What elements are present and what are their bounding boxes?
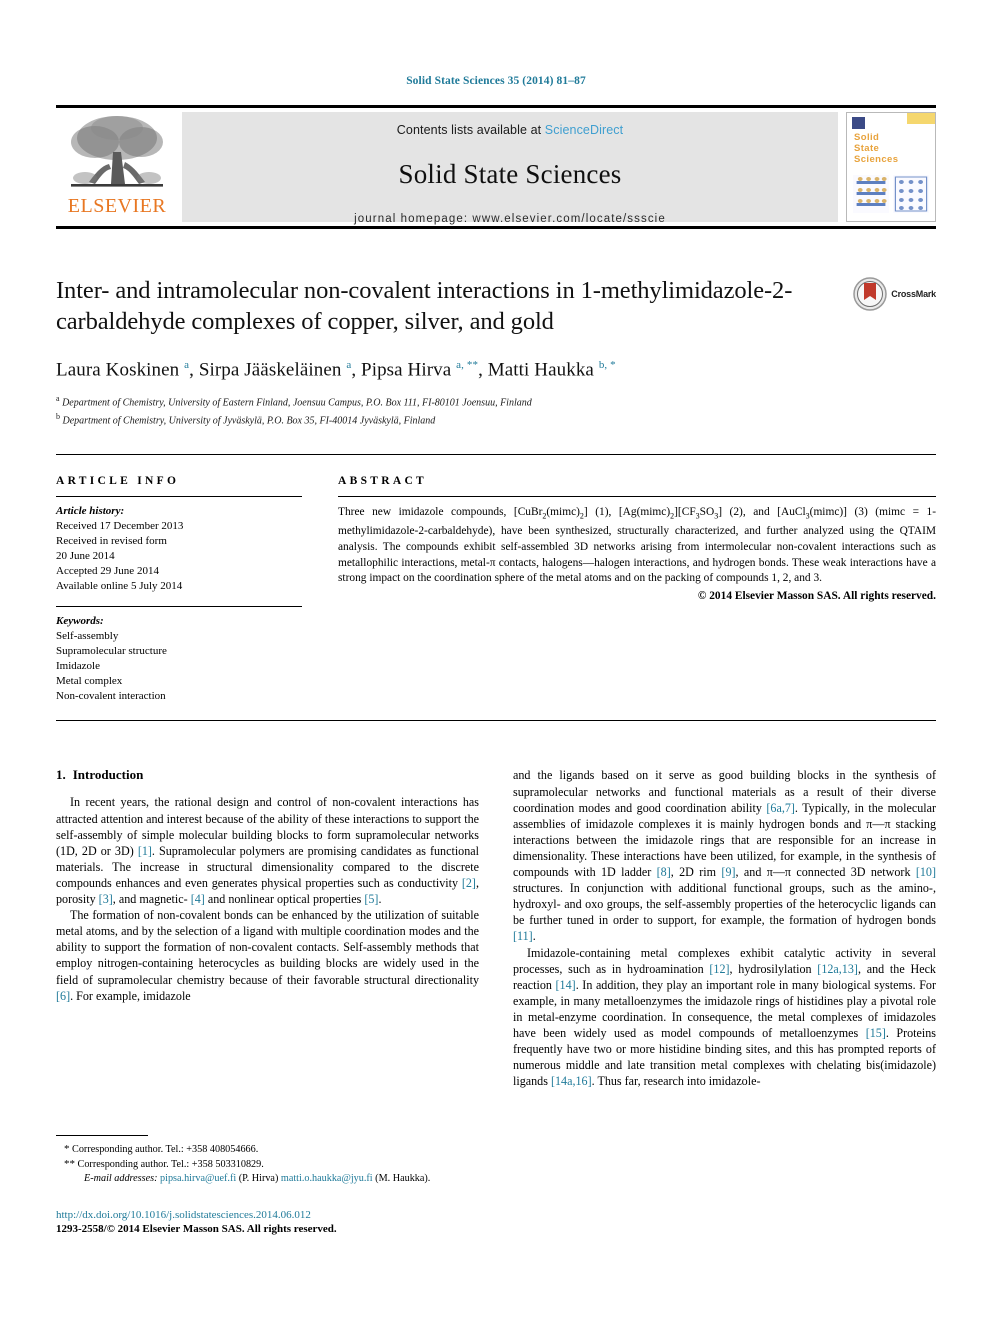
journal-banner: Contents lists available at ScienceDirec… bbox=[182, 111, 838, 225]
affiliation-b-text: Department of Chemistry, University of J… bbox=[62, 415, 436, 427]
email-addresses-label: E-mail addresses: bbox=[84, 1173, 158, 1185]
affiliation-mark-b: b bbox=[56, 412, 60, 422]
section-number: 1. bbox=[56, 767, 66, 783]
corresponding-author-2: ** Corresponding author. Tel.: +358 5033… bbox=[56, 1157, 479, 1172]
abstract-copyright: © 2014 Elsevier Masson SAS. All rights r… bbox=[697, 589, 936, 602]
affiliation-b: b Department of Chemistry, University of… bbox=[56, 410, 936, 428]
corresponding-mark-2: ** bbox=[64, 1158, 75, 1171]
crossmark-label: CrossMark bbox=[891, 288, 936, 299]
article-info-column: ARTICLE INFO Article history: Received 1… bbox=[56, 475, 328, 704]
abstract-column: ABSTRACT Three new imidazole compounds, … bbox=[328, 475, 936, 704]
doi-block: http://dx.doi.org/10.1016/j.solidstatesc… bbox=[56, 1208, 479, 1237]
cover-title-line3: Sciences bbox=[854, 153, 899, 165]
crossmark-badge[interactable]: CrossMark bbox=[853, 276, 936, 311]
corresponding-text-1: Corresponding author. Tel.: +358 4080546… bbox=[72, 1144, 259, 1156]
keyword-2: Imidazole bbox=[56, 660, 100, 673]
issn-copyright-line: 1293-2558/© 2014 Elsevier Masson SAS. Al… bbox=[56, 1223, 337, 1236]
elsevier-logo: ELSEVIER bbox=[56, 108, 178, 226]
title-block: CrossMark Inter- and intramolecular non-… bbox=[56, 275, 936, 429]
contents-available-line: Contents lists available at ScienceDirec… bbox=[397, 123, 623, 137]
email-link-1[interactable]: pipsa.hirva@uef.fi bbox=[160, 1173, 236, 1184]
journal-homepage-link[interactable]: journal homepage: www.elsevier.com/locat… bbox=[354, 213, 666, 225]
section-title-text: Introduction bbox=[72, 767, 144, 783]
elsevier-wordmark: ELSEVIER bbox=[67, 194, 167, 217]
email-owner-1: (P. Hirva) bbox=[238, 1173, 279, 1185]
email-owner-2: (M. Haukka). bbox=[375, 1173, 431, 1185]
history-item-3: Accepted 29 June 2014 bbox=[56, 565, 159, 578]
intro-paragraph-3: and the ligands based on it serve as goo… bbox=[513, 768, 936, 944]
history-item-2: 20 June 2014 bbox=[56, 550, 115, 563]
article-info-heading: ARTICLE INFO bbox=[56, 475, 180, 488]
affiliation-a-text: Department of Chemistry, University of E… bbox=[62, 397, 532, 409]
history-item-1: Received in revised form bbox=[56, 535, 167, 548]
article-history-group: Article history: Received 17 December 20… bbox=[56, 504, 302, 594]
info-top-rule bbox=[56, 454, 936, 456]
cover-crystal-structure-images bbox=[853, 174, 929, 213]
sciencedirect-link[interactable]: ScienceDirect bbox=[545, 123, 623, 137]
affiliation-mark-a: a bbox=[56, 393, 60, 403]
keyword-0: Self-assembly bbox=[56, 630, 119, 643]
email-addresses-line: E-mail addresses: pipsa.hirva@uef.fi (P.… bbox=[56, 1172, 479, 1186]
masthead-bottom-rule bbox=[56, 225, 936, 229]
section-heading-introduction: 1. Introduction bbox=[56, 767, 479, 783]
journal-title: Solid State Sciences bbox=[398, 158, 622, 189]
cover-logo-square bbox=[852, 116, 865, 129]
keyword-3: Metal complex bbox=[56, 675, 123, 688]
history-item-0: Received 17 December 2013 bbox=[56, 520, 184, 533]
journal-cover-thumbnail: Solid State Sciences bbox=[846, 111, 936, 222]
corresponding-mark-1: * bbox=[64, 1143, 70, 1156]
affiliation-list: a Department of Chemistry, University of… bbox=[56, 392, 936, 429]
author-list: Laura Koskinen a, Sirpa Jääskeläinen a, … bbox=[56, 358, 616, 380]
corresponding-text-2: Corresponding author. Tel.: +358 5033108… bbox=[77, 1159, 264, 1171]
article-info-rule bbox=[56, 496, 302, 498]
body-column-right: and the ligands based on it serve as goo… bbox=[513, 767, 936, 1237]
keywords-label: Keywords: bbox=[56, 615, 104, 628]
intro-paragraph-4: Imidazole-containing metal complexes exh… bbox=[513, 945, 937, 1089]
body-column-left: 1. Introduction In recent years, the rati… bbox=[56, 767, 479, 1237]
crossmark-icon bbox=[853, 276, 888, 311]
abstract-text: Three new imidazole compounds, [CuBr2(mi… bbox=[338, 506, 937, 585]
cover-title-line1: Solid bbox=[854, 131, 880, 143]
email-link-2[interactable]: matti.o.haukka@jyu.fi bbox=[281, 1173, 373, 1184]
corresponding-author-1: * Corresponding author. Tel.: +358 40805… bbox=[56, 1142, 479, 1157]
abstract-heading: ABSTRACT bbox=[338, 475, 428, 488]
journal-masthead: ELSEVIER Contents lists available at Sci… bbox=[56, 104, 936, 226]
cover-structure-left bbox=[853, 174, 889, 213]
page-title: Inter- and intramolecular non-covalent i… bbox=[56, 276, 793, 335]
body-columns: 1. Introduction In recent years, the rati… bbox=[56, 767, 936, 1237]
article-history-label: Article history: bbox=[56, 505, 125, 518]
footnote-separator-rule bbox=[56, 1135, 148, 1137]
cover-title-text: Solid State Sciences bbox=[854, 132, 898, 165]
cover-yellow-band bbox=[907, 112, 935, 124]
history-item-4: Available online 5 July 2014 bbox=[56, 580, 183, 593]
footnotes-block: * Corresponding author. Tel.: +358 40805… bbox=[56, 1135, 479, 1237]
running-head-citation: Solid State Sciences 35 (2014) 81–87 bbox=[406, 75, 586, 87]
elsevier-tree-icon bbox=[65, 112, 169, 198]
keyword-1: Supramolecular structure bbox=[56, 645, 167, 658]
keywords-separator-rule bbox=[56, 606, 302, 608]
contents-prefix: Contents lists available at bbox=[396, 122, 545, 137]
intro-paragraph-2: The formation of non-covalent bonds can … bbox=[56, 908, 479, 1003]
intro-paragraph-1: In recent years, the rational design and… bbox=[56, 795, 480, 907]
info-abstract-row: ARTICLE INFO Article history: Received 1… bbox=[56, 475, 936, 704]
abstract-bottom-rule bbox=[56, 720, 936, 722]
affiliation-a: a Department of Chemistry, University of… bbox=[56, 392, 936, 410]
cover-structure-right bbox=[893, 174, 929, 213]
doi-link[interactable]: http://dx.doi.org/10.1016/j.solidstatesc… bbox=[56, 1208, 479, 1222]
abstract-rule bbox=[338, 496, 936, 498]
cover-title-line2: State bbox=[854, 142, 880, 154]
keyword-4: Non-covalent interaction bbox=[56, 690, 166, 703]
journal-article-page: Solid State Sciences 35 (2014) 81–87 ELS… bbox=[0, 0, 992, 1323]
keywords-group: Keywords: Self-assembly Supramolecular s… bbox=[56, 614, 302, 704]
